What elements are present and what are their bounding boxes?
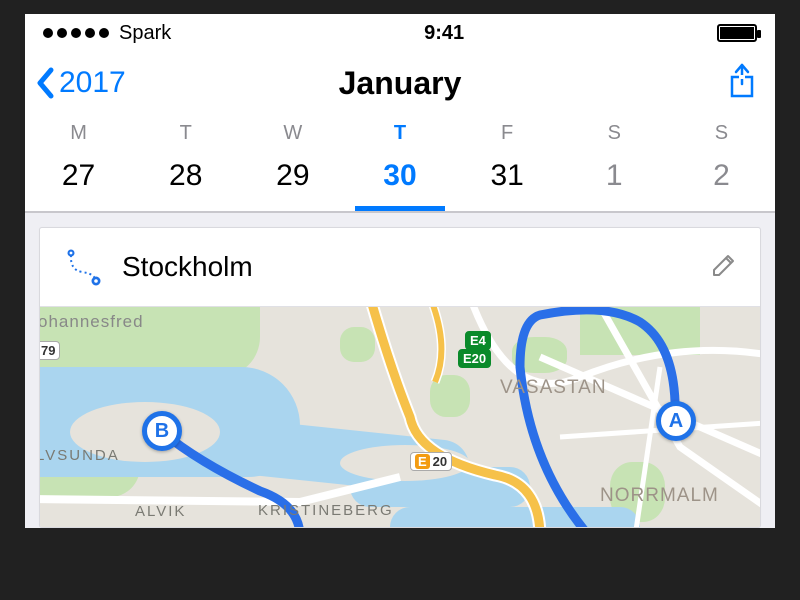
day-number-label: 31 — [454, 159, 561, 193]
map-view[interactable]: ohannesfred VASASTAN NORRMALM LVSUNDA AL… — [40, 307, 760, 527]
map-label: KRISTINEBERG — [258, 502, 394, 519]
city-label: Stockholm — [122, 251, 692, 283]
nav-bar: 2017 January — [25, 52, 775, 114]
day-cell[interactable]: T 30 — [346, 122, 453, 211]
signal-dots-icon — [43, 28, 109, 38]
road-shield: E4 — [465, 331, 491, 350]
day-of-week-label: S — [561, 122, 668, 145]
day-of-week-label: S — [668, 122, 775, 145]
day-number-label: 29 — [239, 159, 346, 193]
day-number-label: 27 — [25, 159, 132, 193]
map-label: NORRMALM — [600, 485, 719, 507]
back-label: 2017 — [59, 66, 126, 100]
share-icon — [727, 62, 757, 100]
map-label: VASASTAN — [500, 377, 607, 399]
day-cell[interactable]: M 27 — [25, 122, 132, 211]
day-cell[interactable]: T 28 — [132, 122, 239, 211]
road-shield: 79 — [40, 341, 60, 360]
map-pin-a[interactable]: A — [656, 401, 696, 441]
day-number-label: 1 — [561, 159, 668, 193]
map-label: ALVIK — [135, 503, 186, 520]
day-cell[interactable]: F 31 — [454, 122, 561, 211]
clock-label: 9:41 — [424, 22, 464, 45]
road-shield: E20 — [458, 349, 491, 368]
road-shield: E20 — [410, 452, 452, 471]
share-button[interactable] — [727, 62, 757, 105]
edit-button[interactable] — [710, 251, 738, 284]
day-number-label: 2 — [668, 159, 775, 193]
day-cell[interactable]: S1 — [561, 122, 668, 211]
day-of-week-label: T — [132, 122, 239, 145]
trip-card-header: Stockholm — [40, 228, 760, 307]
chevron-left-icon — [35, 66, 57, 100]
carrier-label: Spark — [119, 22, 171, 45]
week-strip: M27T28W29T30F31S1S2 — [25, 114, 775, 211]
day-of-week-label: F — [454, 122, 561, 145]
trip-card: Stockholm — [39, 227, 761, 528]
map-label: ohannesfred — [40, 312, 144, 332]
map-label: LVSUNDA — [40, 447, 120, 464]
phone-frame: Spark 9:41 2017 January M27T28W29T30F31S… — [25, 14, 775, 528]
day-of-week-label: M — [25, 122, 132, 145]
page-title: January — [25, 65, 775, 102]
day-of-week-label: W — [239, 122, 346, 145]
battery-icon — [717, 24, 757, 42]
day-cell[interactable]: W 29 — [239, 122, 346, 211]
day-number-label: 30 — [346, 159, 453, 193]
status-bar: Spark 9:41 — [25, 14, 775, 52]
day-number-label: 28 — [132, 159, 239, 193]
day-of-week-label: T — [346, 122, 453, 145]
content-area: Stockholm — [25, 213, 775, 528]
day-cell[interactable]: S2 — [668, 122, 775, 211]
back-button[interactable]: 2017 — [35, 66, 126, 100]
pencil-icon — [710, 251, 738, 279]
map-pin-b[interactable]: B — [142, 411, 182, 451]
route-icon — [62, 246, 104, 288]
